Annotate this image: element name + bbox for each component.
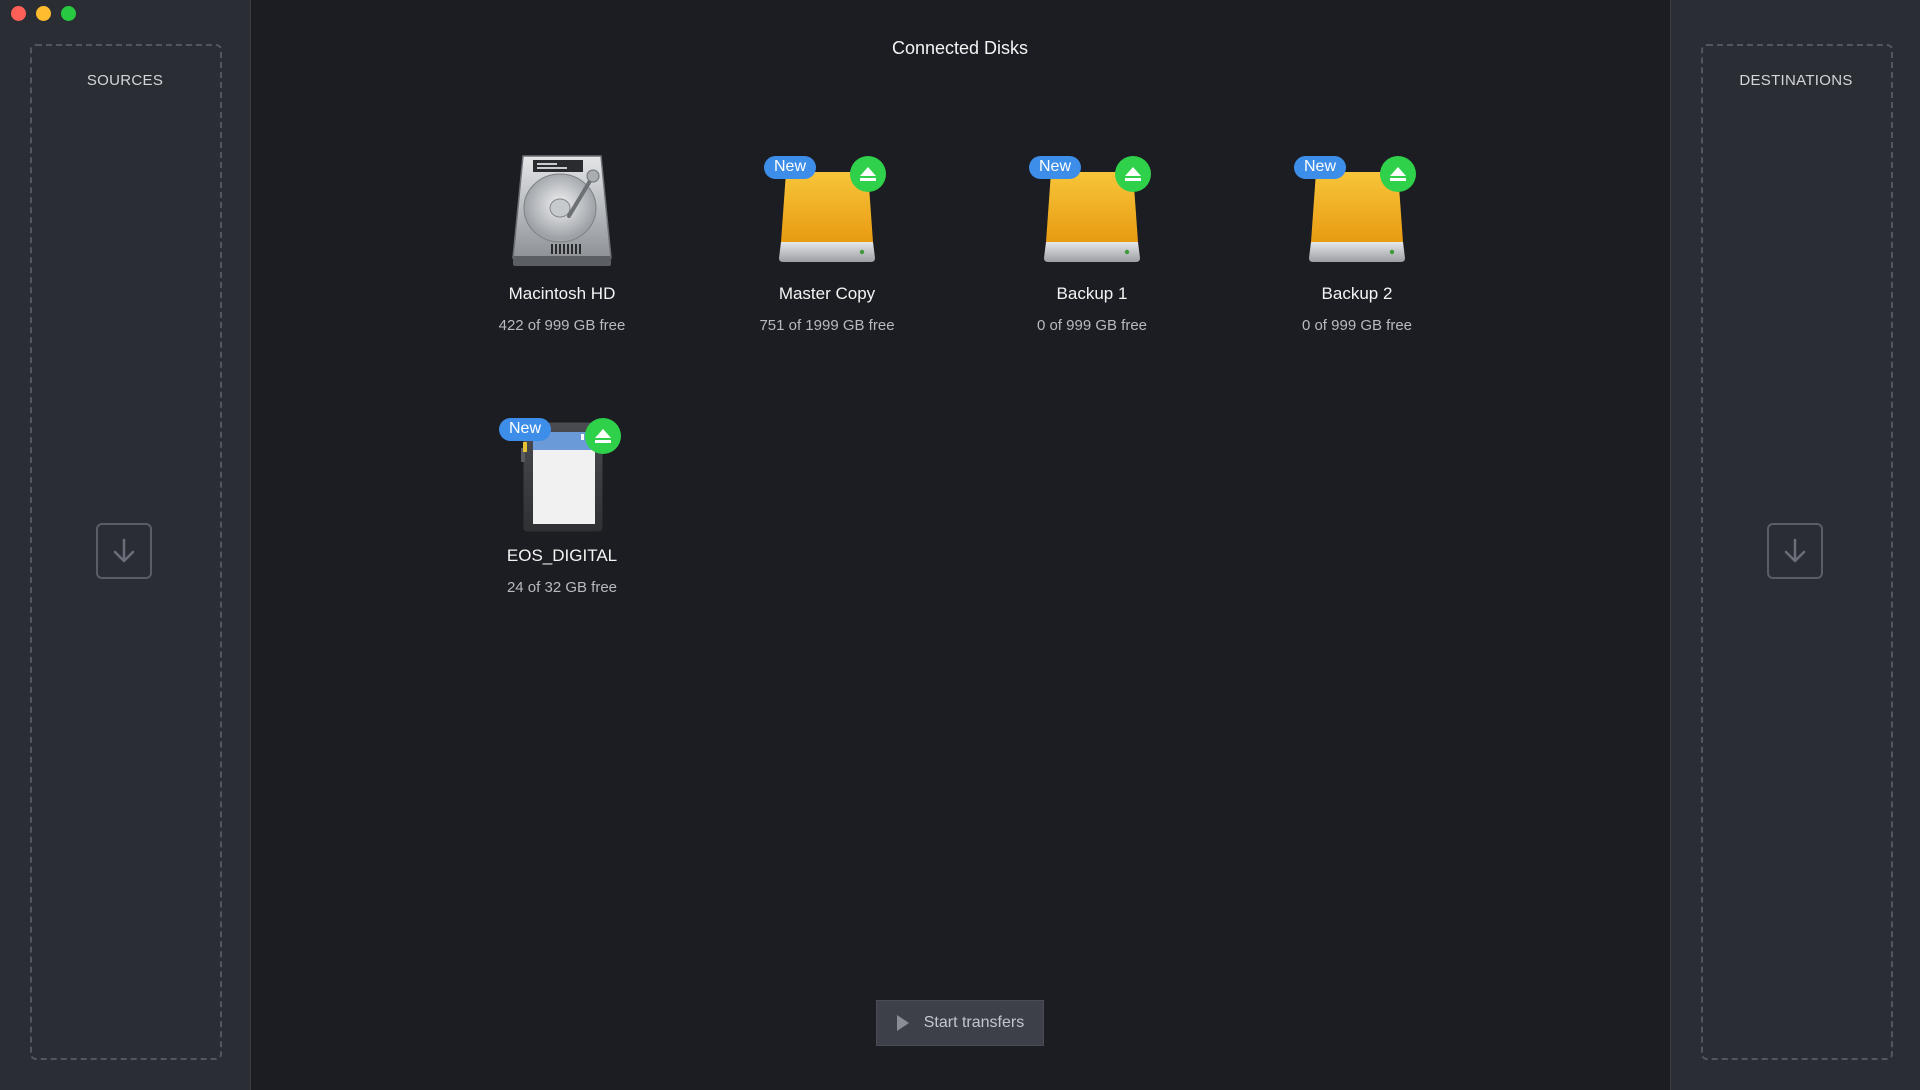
disk-backup-2[interactable]: New Backup 2 0 of 999 GB free (1257, 146, 1457, 334)
start-transfers-label: Start transfers (923, 1014, 1025, 1031)
external-drive-icon: New (762, 146, 892, 276)
external-drive-icon: New (1292, 146, 1422, 276)
eject-button[interactable] (850, 156, 886, 192)
eject-icon (1390, 167, 1406, 181)
internal-hard-drive-icon (497, 146, 627, 276)
external-drive-icon: New (1027, 146, 1157, 276)
disk-free-space: 751 of 1999 GB free (759, 317, 895, 334)
play-icon (896, 1015, 909, 1031)
eject-icon (1125, 167, 1141, 181)
disk-free-space: 0 of 999 GB free (1301, 317, 1413, 334)
start-transfers-button[interactable]: Start transfers (876, 1000, 1044, 1046)
disk-name: Backup 2 (1321, 284, 1393, 303)
arrow-down-tray-icon (1767, 523, 1823, 579)
eject-button[interactable] (1115, 156, 1151, 192)
disk-name: Backup 1 (1056, 284, 1128, 303)
disk-macintosh-hd[interactable]: Macintosh HD 422 of 999 GB free (462, 146, 662, 334)
new-badge: New (1029, 156, 1082, 179)
window-controls (11, 6, 76, 21)
new-badge: New (1294, 156, 1347, 179)
arrow-down-tray-icon (96, 523, 152, 579)
disk-master-copy[interactable]: New Master Copy 751 of 1999 GB free (727, 146, 927, 334)
disk-name: Master Copy (778, 284, 876, 303)
app-window: SOURCES DESTINATIONS Connected Disks Mac… (0, 0, 1920, 1090)
disk-free-space: 0 of 999 GB free (1036, 317, 1148, 334)
sources-title: SOURCES (86, 72, 164, 89)
disk-name: Macintosh HD (508, 284, 616, 303)
disk-free-space: 24 of 32 GB free (506, 579, 618, 596)
eject-icon (595, 429, 611, 443)
new-badge: New (764, 156, 817, 179)
disk-free-space: 422 of 999 GB free (498, 317, 626, 334)
minimize-window-button[interactable] (36, 6, 51, 21)
sd-card-icon: New (497, 408, 627, 538)
eject-button[interactable] (1380, 156, 1416, 192)
page-title: Connected Disks (891, 38, 1029, 58)
disk-eos-digital[interactable]: New EOS_DIGITAL 24 of 32 GB free (462, 408, 662, 596)
zoom-window-button[interactable] (61, 6, 76, 21)
disk-name: EOS_DIGITAL (506, 546, 618, 565)
destinations-title: DESTINATIONS (1739, 72, 1853, 89)
sources-panel: SOURCES (0, 0, 251, 1090)
disk-backup-1[interactable]: New Backup 1 0 of 999 GB free (992, 146, 1192, 334)
eject-button[interactable] (585, 418, 621, 454)
eject-icon (860, 167, 876, 181)
destinations-panel: DESTINATIONS (1670, 0, 1920, 1090)
close-window-button[interactable] (11, 6, 26, 21)
new-badge: New (499, 418, 552, 441)
